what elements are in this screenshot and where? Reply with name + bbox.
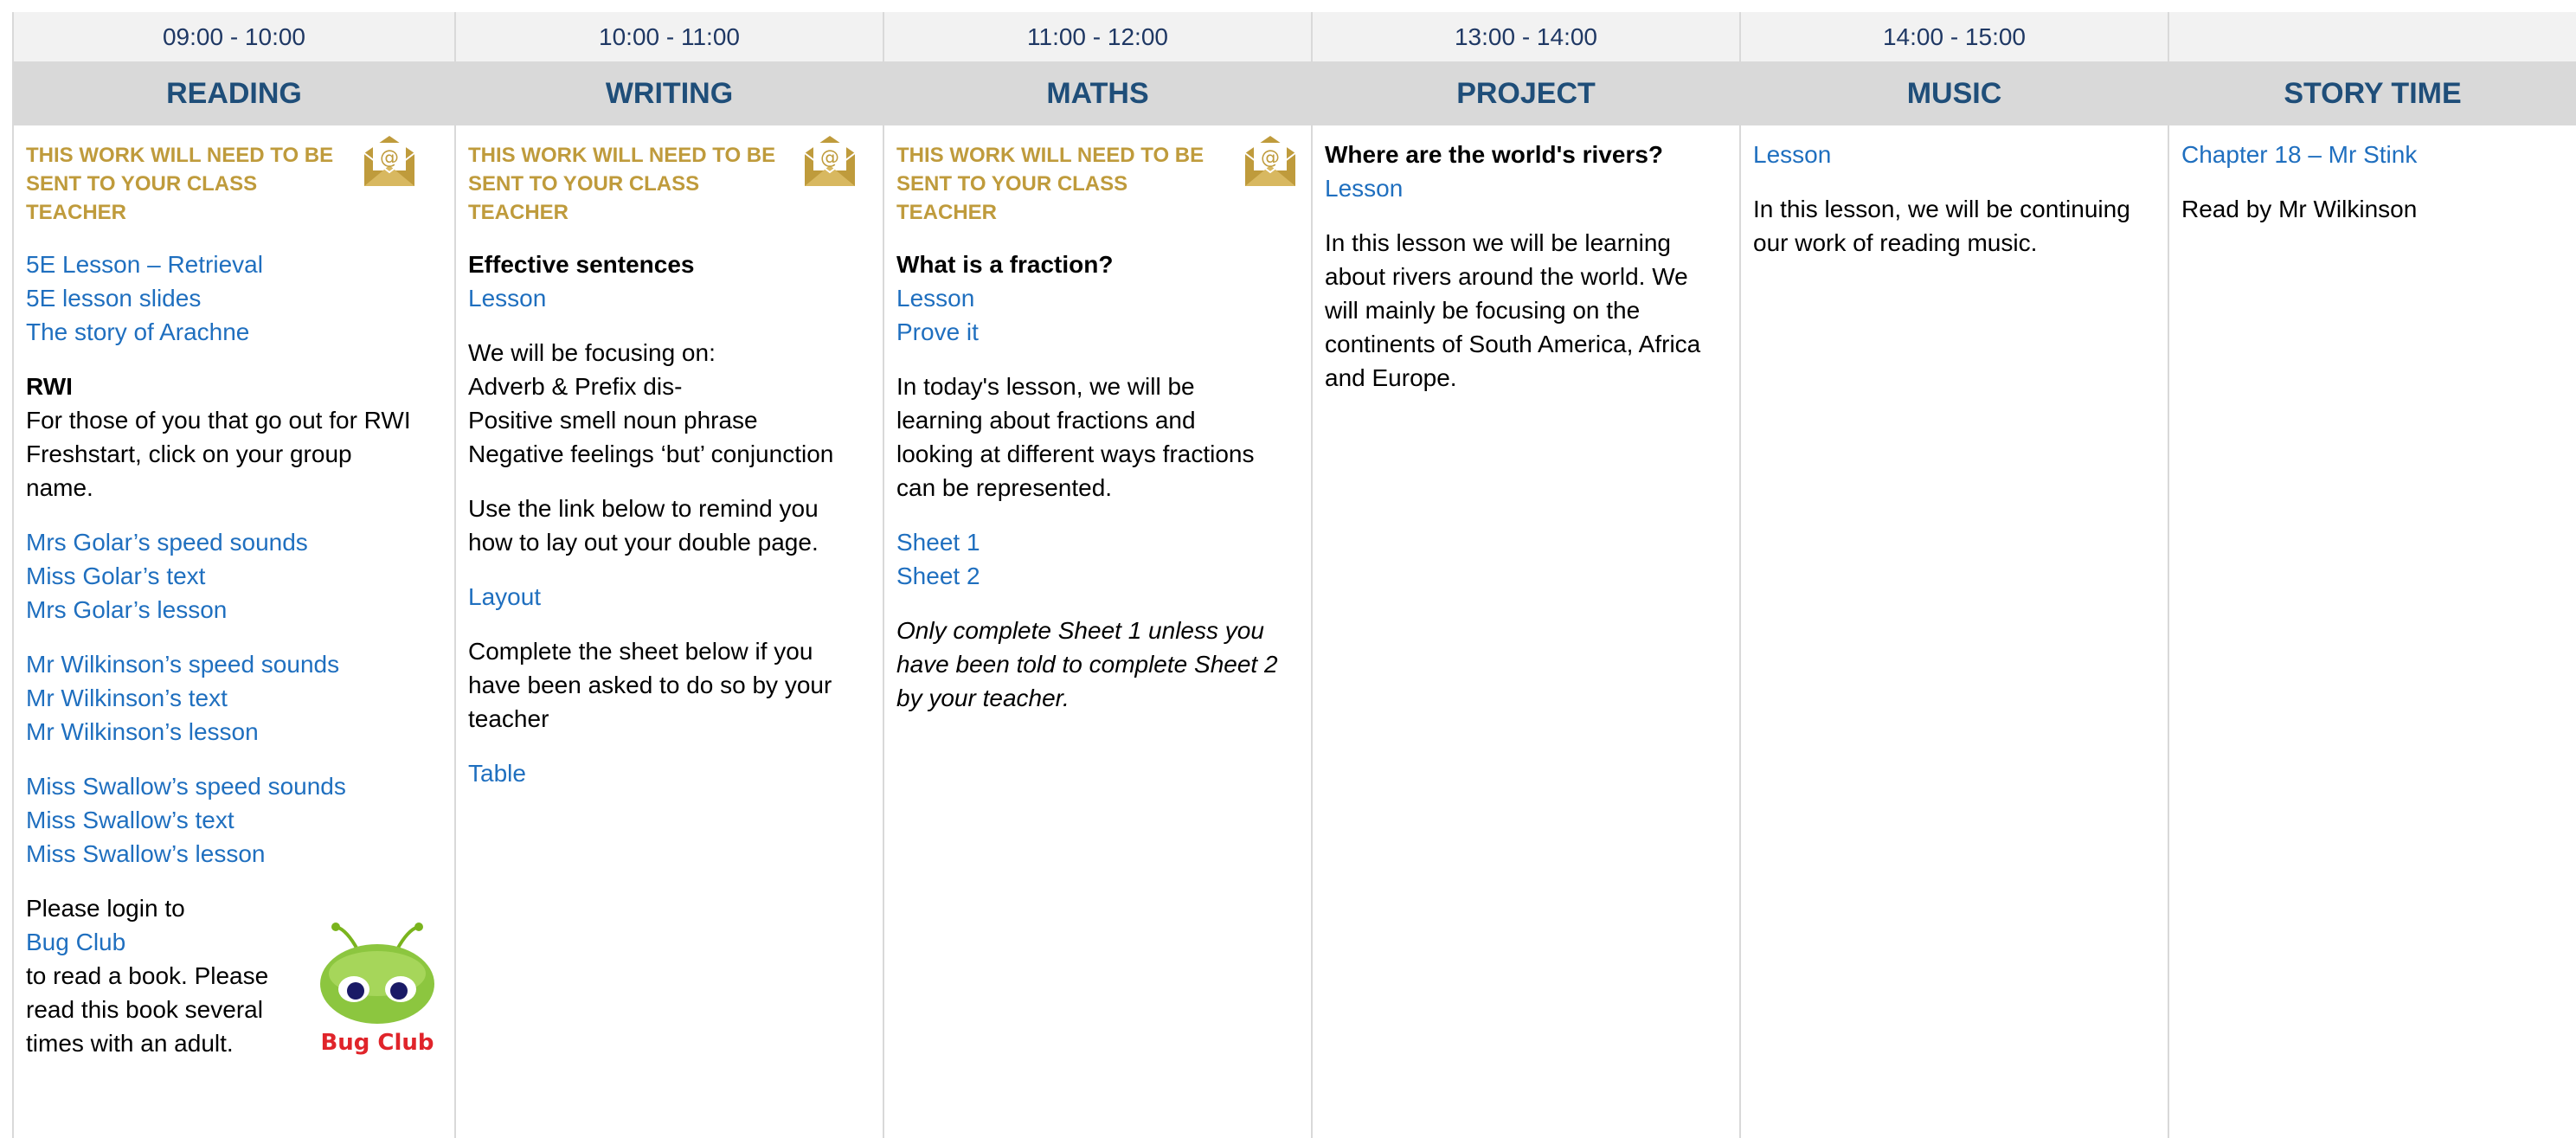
text-line: have been told to complete Sheet 2 [896,651,1278,678]
subject-heading: STORY TIME [2169,61,2576,125]
subject-heading: READING [14,61,454,125]
bug-club-prefix: Please login to [26,895,185,922]
text-line: teacher [468,705,549,732]
text-line: our work of reading music. [1753,229,2038,256]
wilkinson-lesson-link[interactable]: Mr Wilkinson’s lesson [26,715,442,749]
arachne-story-link[interactable]: The story of Arachne [26,315,442,349]
text-line: Complete the sheet below if you [468,638,813,665]
text-line: Freshstart, click on your group [26,440,352,467]
swallow-text-link[interactable]: Miss Swallow’s text [26,803,442,837]
golar-lesson-link[interactable]: Mrs Golar’s lesson [26,593,442,627]
story-read-by: Read by Mr Wilkinson [2181,196,2418,222]
text-line: Use the link below to remind you [468,495,819,522]
bug-club-logo: Bug Club [320,923,434,1056]
text-line: We will be focusing on: [468,339,716,366]
email-icon[interactable]: @ [1243,134,1297,188]
maths-intro-text: In today's lesson, we will be learning a… [896,370,1299,505]
time-slot [2169,12,2576,61]
text-line: In this lesson, we will be continuing [1753,196,2130,222]
music-lesson-link[interactable]: Lesson [1753,138,2155,171]
reading-column: 09:00 - 10:00 READING THIS WORK WILL NEE… [12,12,454,1138]
swallow-speed-sounds-link[interactable]: Miss Swallow’s speed sounds [26,769,442,803]
time-slot: 09:00 - 10:00 [14,12,454,61]
rwi-heading: RWI [26,373,73,400]
email-icon-glyph: @ [1261,147,1280,169]
text-line: Only complete Sheet 1 unless you [896,617,1264,644]
story-time-column: STORY TIME Chapter 18 – Mr Stink Read by… [2168,12,2576,1138]
note-line: SENT TO YOUR CLASS TEACHER [468,172,700,224]
subject-heading: MATHS [884,61,1311,125]
sheet-2-link[interactable]: Sheet 2 [896,559,1299,593]
text-line: about rivers around the world. We [1325,263,1688,290]
text-line: and Europe. [1325,364,1457,391]
time-slot: 10:00 - 11:00 [456,12,883,61]
prove-it-link[interactable]: Prove it [896,315,1299,349]
maths-instruction: Only complete Sheet 1 unless you have be… [896,614,1299,715]
note-line: THIS WORK WILL NEED TO BE [26,144,334,167]
text-line: Positive smell noun phrase [468,407,758,434]
email-icon[interactable]: @ [363,134,416,188]
maths-column: 11:00 - 12:00 MATHS THIS WORK WILL NEED … [883,12,1311,1138]
text-line: by your teacher. [896,685,1070,711]
golar-text-link[interactable]: Miss Golar’s text [26,559,442,593]
text-line: In this lesson we will be learning [1325,229,1671,256]
writing-remind-text: Use the link below to remind you how to … [468,492,870,559]
text-line: For those of you that go out for RWI [26,407,411,434]
text-line: In today's lesson, we will be [896,373,1195,400]
time-slot: 13:00 - 14:00 [1313,12,1739,61]
note-line: SENT TO YOUR CLASS TEACHER [896,172,1128,224]
timetable: 09:00 - 10:00 READING THIS WORK WILL NEE… [0,0,2576,1138]
maths-title: What is a fraction? [896,251,1114,278]
wilkinson-text-link[interactable]: Mr Wilkinson’s text [26,681,442,715]
writing-sheet-text: Complete the sheet below if you have bee… [468,634,870,736]
project-column: 13:00 - 14:00 PROJECT Where are the worl… [1311,12,1739,1138]
text-line: will mainly be focusing on the [1325,297,1641,324]
table-link[interactable]: Table [468,756,870,790]
project-text: In this lesson we will be learning about… [1325,226,1727,395]
golar-speed-sounds-link[interactable]: Mrs Golar’s speed sounds [26,525,442,559]
text-line: Adverb & Prefix dis- [468,373,683,400]
subject-heading: MUSIC [1741,61,2168,125]
subject-heading: WRITING [456,61,883,125]
email-icon[interactable]: @ [803,134,857,188]
text-line: how to lay out your double page. [468,529,819,556]
text-line: name. [26,474,93,501]
note-line: SENT TO YOUR CLASS TEACHER [26,172,258,224]
subject-heading: PROJECT [1313,61,1739,125]
project-lesson-link[interactable]: Lesson [1325,171,1727,205]
text-line: continents of South America, Africa [1325,331,1701,357]
bug-club-logo-text: Bug Club [320,1030,434,1056]
note-line: THIS WORK WILL NEED TO BE [468,144,776,167]
text-line: Negative feelings ‘but’ conjunction [468,440,834,467]
writing-focus-text: We will be focusing on: Adverb & Prefix … [468,336,870,471]
layout-link[interactable]: Layout [468,580,870,614]
email-icon-glyph: @ [820,147,839,169]
writing-title: Effective sentences [468,251,695,278]
send-to-teacher-note: THIS WORK WILL NEED TO BE SENT TO YOUR C… [468,141,780,227]
email-icon-glyph: @ [380,147,399,169]
retrieval-lesson-link[interactable]: 5E Lesson – Retrieval [26,248,442,281]
send-to-teacher-note: THIS WORK WILL NEED TO BE SENT TO YOUR C… [896,141,1208,227]
time-slot: 14:00 - 15:00 [1741,12,2168,61]
send-to-teacher-note: THIS WORK WILL NEED TO BE SENT TO YOUR C… [26,141,337,227]
writing-column: 10:00 - 11:00 WRITING THIS WORK WILL NEE… [454,12,883,1138]
project-title: Where are the world's rivers? [1325,141,1664,168]
text-line: have been asked to do so by your [468,672,832,698]
note-line: THIS WORK WILL NEED TO BE [896,144,1204,167]
writing-lesson-link[interactable]: Lesson [468,281,870,315]
text-line: looking at different ways fractions [896,440,1255,467]
music-column: 14:00 - 15:00 MUSIC Lesson In this lesso… [1739,12,2168,1138]
time-slot: 11:00 - 12:00 [884,12,1311,61]
rwi-text: For those of you that go out for RWI Fre… [26,403,442,505]
text-line: learning about fractions and [896,407,1196,434]
swallow-lesson-link[interactable]: Miss Swallow’s lesson [26,837,442,871]
story-chapter-link[interactable]: Chapter 18 – Mr Stink [2181,138,2564,171]
text-line: can be represented. [896,474,1113,501]
wilkinson-speed-sounds-link[interactable]: Mr Wilkinson’s speed sounds [26,647,442,681]
maths-lesson-link[interactable]: Lesson [896,281,1299,315]
sheet-1-link[interactable]: Sheet 1 [896,525,1299,559]
lesson-slides-link[interactable]: 5E lesson slides [26,281,442,315]
music-text: In this lesson, we will be continuing ou… [1753,192,2155,260]
